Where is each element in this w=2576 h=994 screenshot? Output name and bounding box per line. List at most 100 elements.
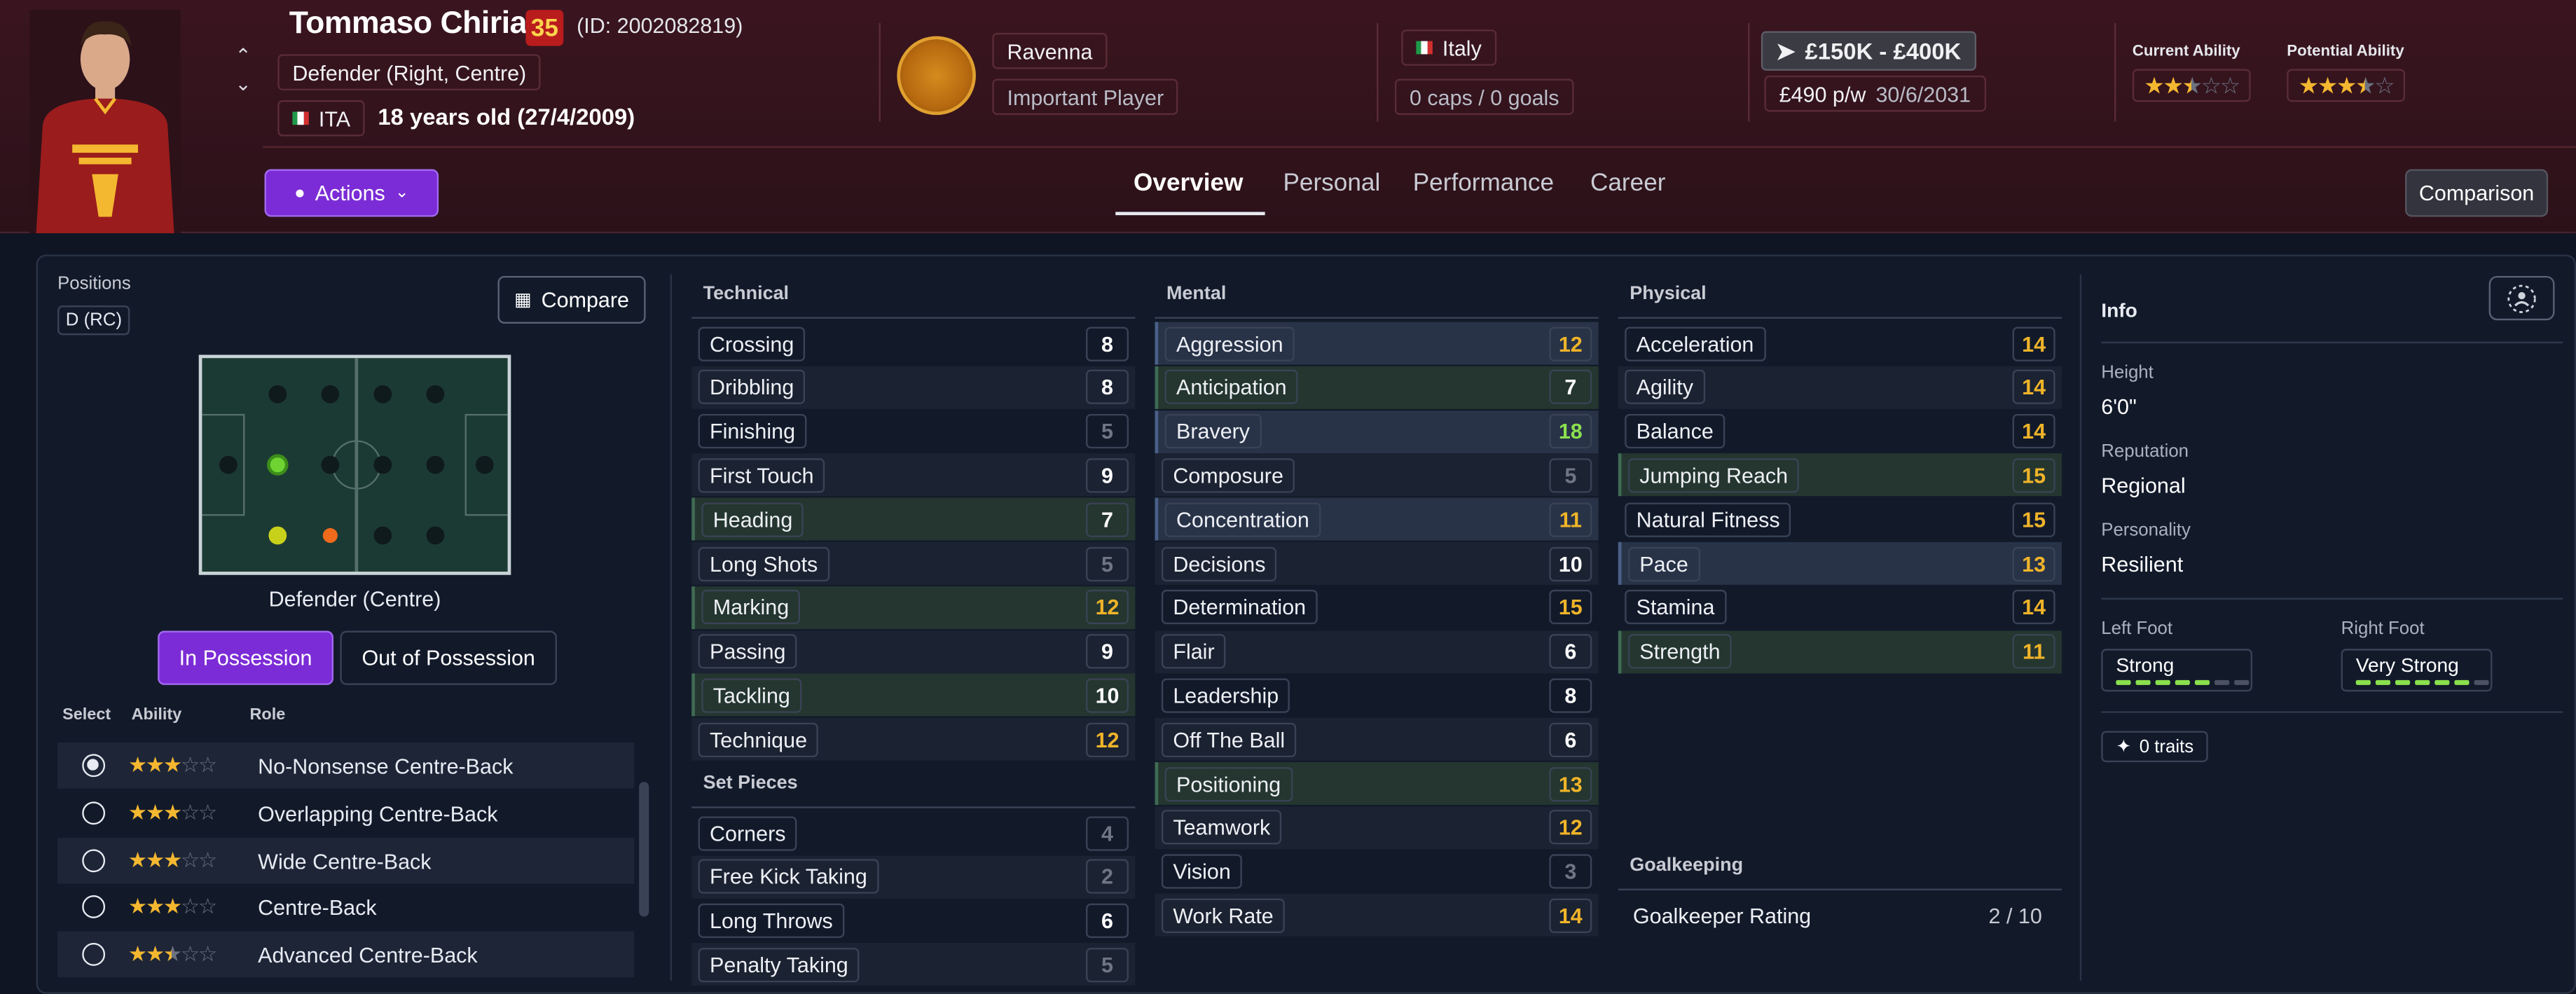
attribute-row[interactable]: Crossing 8	[691, 322, 1135, 365]
attribute-row[interactable]: Marking 12	[691, 586, 1136, 629]
attribute-row[interactable]: Acceleration 14	[1618, 322, 2062, 365]
position-dot[interactable]	[426, 526, 445, 545]
attribute-value: 15	[2012, 502, 2055, 537]
attribute-row[interactable]: Balance 14	[1618, 410, 2062, 453]
star-empty-icon: ☆	[198, 752, 217, 778]
attribute-row[interactable]: Strength 11	[1618, 630, 2062, 673]
position-dot[interactable]	[373, 526, 392, 545]
attribute-row[interactable]: Determination 15	[1155, 586, 1599, 629]
attribute-row[interactable]: Tackling 10	[691, 674, 1136, 717]
tab-personal[interactable]: Personal	[1283, 170, 1380, 198]
out-of-possession-toggle[interactable]: Out of Possession	[340, 630, 557, 685]
role-row[interactable]: ★★★☆☆ Centre-Back	[57, 884, 634, 930]
position-dot[interactable]	[373, 385, 392, 403]
position-dot[interactable]	[321, 455, 340, 474]
right-foot-bar	[2355, 679, 2489, 685]
attribute-row[interactable]: Off The Ball 6	[1155, 718, 1599, 761]
nation-pill[interactable]: Italy	[1401, 29, 1496, 66]
attribute-name: Penalty Taking	[698, 947, 860, 983]
attribute-row[interactable]: Agility 14	[1618, 366, 2062, 409]
attribute-name: Decisions	[1161, 546, 1277, 581]
role-radio-button[interactable]	[82, 801, 106, 825]
attribute-row[interactable]: Long Shots 5	[691, 541, 1136, 585]
attribute-row[interactable]: Composure 5	[1155, 454, 1599, 497]
attribute-name: Balance	[1625, 414, 1726, 449]
role-radio-button[interactable]	[82, 754, 106, 778]
role-radio-button[interactable]	[82, 943, 106, 966]
attribute-row[interactable]: Work Rate 14	[1155, 894, 1599, 937]
attribute-row[interactable]: Stamina 14	[1618, 586, 2062, 629]
attribute-row[interactable]: Penalty Taking 5	[691, 943, 1136, 986]
star-full-icon: ★	[145, 752, 165, 778]
compare-button[interactable]: ▦ Compare	[497, 275, 646, 324]
in-possession-toggle[interactable]: In Possession	[158, 630, 334, 685]
attribute-row[interactable]: Positioning 13	[1155, 762, 1599, 806]
position-dot[interactable]	[373, 455, 392, 474]
attribute-row[interactable]: Concentration 11	[1155, 497, 1599, 541]
nationality-pill[interactable]: ITA	[277, 100, 366, 137]
tab-overview[interactable]: Overview	[1134, 170, 1243, 198]
attribute-name: Finishing	[698, 414, 807, 449]
attribute-row[interactable]: Free Kick Taking 2	[691, 855, 1136, 899]
attribute-row[interactable]: Anticipation 7	[1155, 366, 1599, 409]
attribute-row[interactable]: Corners 4	[691, 811, 1135, 854]
attribute-row[interactable]: Bravery 18	[1155, 410, 1599, 453]
italy-flag-icon	[292, 111, 309, 125]
star-full-icon: ★	[128, 941, 147, 966]
attribute-row[interactable]: Finishing 5	[691, 410, 1135, 453]
position-dot-unconvincing[interactable]	[322, 527, 338, 544]
role-radio-button[interactable]	[82, 849, 106, 873]
left-foot-value: Strong	[2116, 654, 2175, 677]
position-dot[interactable]	[426, 385, 445, 403]
attribute-value: 18	[1549, 414, 1592, 449]
personality-icon-button[interactable]	[2488, 275, 2555, 321]
foot-bar-segment	[2116, 679, 2131, 685]
position-dot-competent[interactable]	[268, 526, 287, 545]
position-dot[interactable]	[321, 385, 340, 403]
role-row[interactable]: ★★★☆☆ No-Nonsense Centre-Back	[57, 742, 635, 789]
comparison-button[interactable]: Comparison	[2405, 169, 2549, 217]
attribute-row[interactable]: Technique 12	[691, 718, 1136, 761]
attribute-row[interactable]: Long Throws 6	[691, 899, 1135, 942]
position-dot-natural[interactable]	[267, 454, 289, 476]
attribute-row[interactable]: Decisions 10	[1155, 541, 1599, 585]
attribute-row[interactable]: Vision 3	[1155, 850, 1599, 893]
role-list-scrollbar[interactable]	[639, 782, 649, 917]
attribute-row[interactable]: Heading 7	[691, 497, 1136, 541]
role-row[interactable]: ★★★☆☆ Overlapping Centre-Back	[57, 790, 634, 836]
attribute-row[interactable]: Jumping Reach 15	[1618, 454, 2062, 497]
select-column-header: Select	[62, 706, 111, 725]
position-dot[interactable]	[268, 385, 287, 403]
person-icon: ●	[294, 183, 305, 203]
attribute-row[interactable]: Teamwork 12	[1155, 806, 1599, 849]
previous-player-icon[interactable]: ⌃	[235, 44, 252, 67]
star-empty-icon: ☆	[198, 848, 217, 873]
attribute-row[interactable]: Passing 9	[691, 630, 1136, 673]
attribute-row[interactable]: Natural Fitness 15	[1618, 498, 2062, 541]
attribute-row[interactable]: First Touch 9	[691, 454, 1136, 497]
club-crest-icon[interactable]	[897, 36, 976, 116]
traits-button[interactable]: ✦ 0 traits	[2101, 731, 2209, 763]
position-pitch[interactable]	[198, 354, 511, 575]
info-divider	[2101, 711, 2563, 713]
star-empty-icon: ☆	[2219, 71, 2240, 98]
club-name-pill[interactable]: Ravenna	[992, 32, 1108, 69]
tab-career[interactable]: Career	[1590, 170, 1666, 198]
header-separator	[879, 22, 881, 122]
role-row[interactable]: ★★★☆☆ Advanced Centre-Back	[57, 931, 635, 978]
star-empty-icon: ☆	[2200, 71, 2222, 98]
next-player-icon[interactable]: ⌄	[235, 72, 252, 95]
position-dot[interactable]	[426, 455, 445, 474]
position-dot[interactable]	[219, 455, 237, 474]
attribute-row[interactable]: Dribbling 8	[691, 366, 1136, 409]
attribute-row[interactable]: Flair 6	[1155, 630, 1599, 673]
role-row[interactable]: ★★★☆☆ Wide Centre-Back	[57, 837, 635, 884]
position-dot[interactable]	[475, 455, 494, 474]
role-radio-button[interactable]	[82, 895, 106, 918]
tab-performance[interactable]: Performance	[1413, 170, 1554, 198]
attribute-row[interactable]: Aggression 12	[1155, 322, 1599, 365]
actions-button[interactable]: ● Actions ⌄	[264, 169, 439, 217]
star-full-icon: ★	[128, 800, 147, 825]
attribute-row[interactable]: Pace 13	[1618, 541, 2062, 585]
attribute-row[interactable]: Leadership 8	[1155, 674, 1599, 717]
